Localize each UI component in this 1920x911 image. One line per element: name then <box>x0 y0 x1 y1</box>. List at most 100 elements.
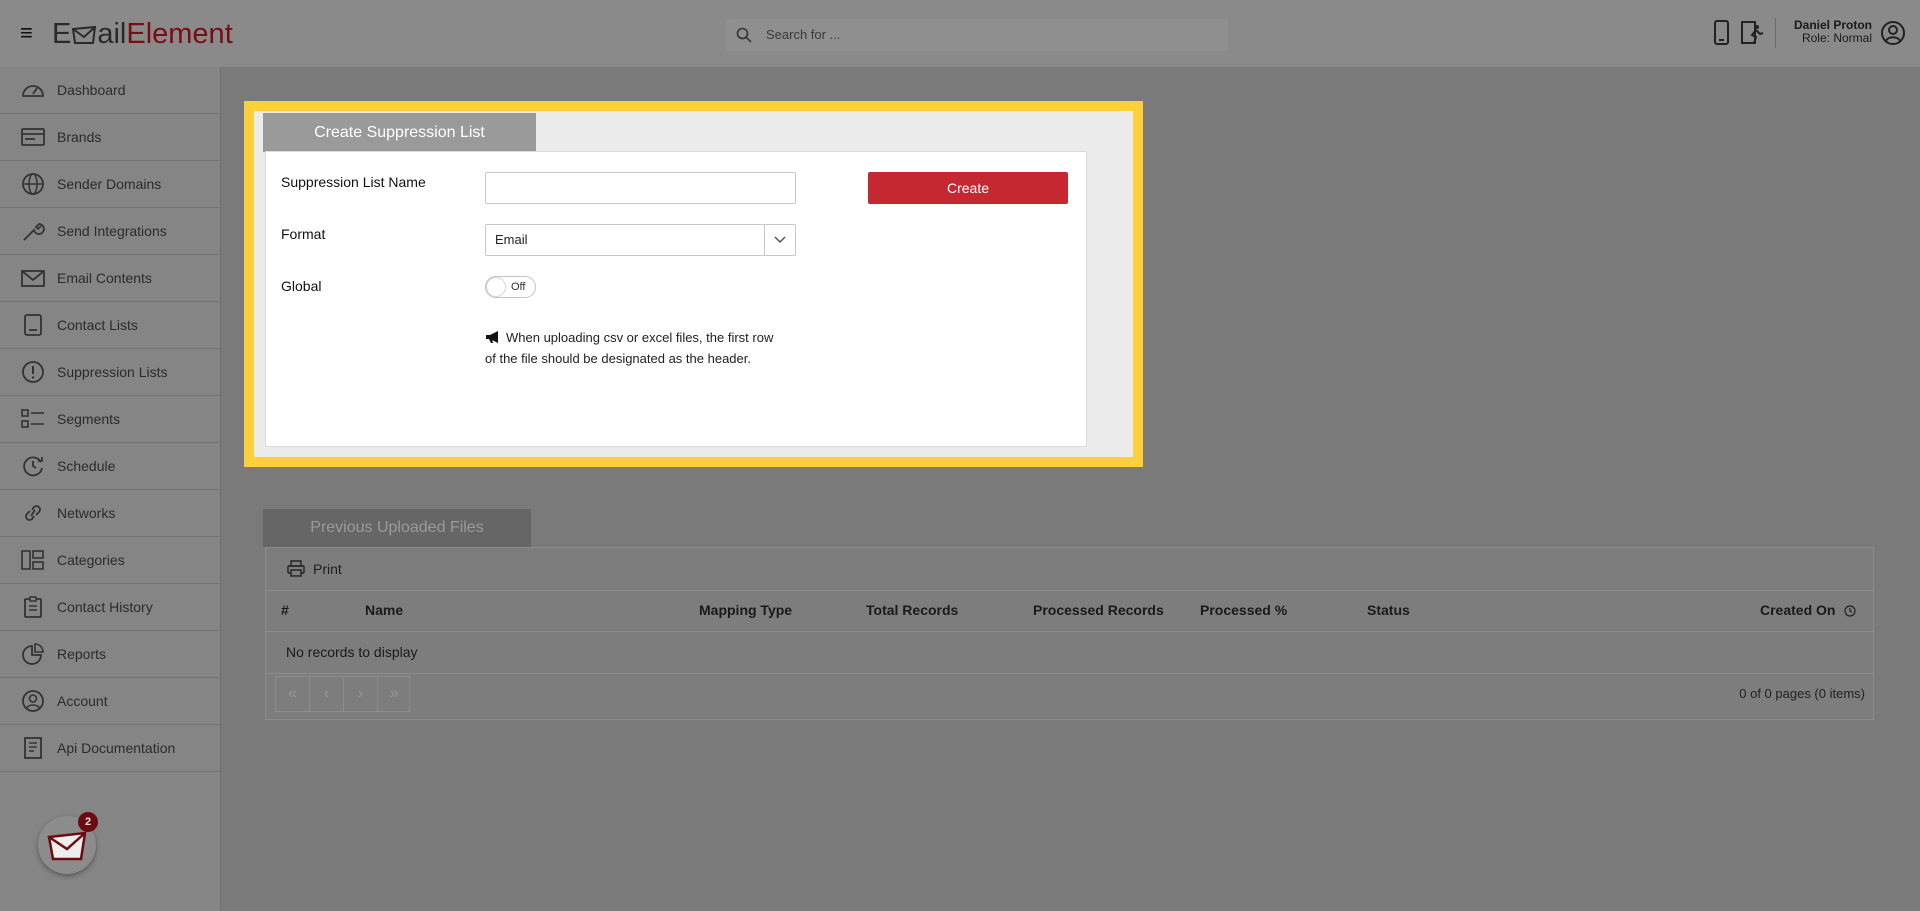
notification-count-badge: 2 <box>78 812 98 832</box>
pie-chart-icon <box>22 643 44 665</box>
tab-previous-uploaded-files[interactable]: Previous Uploaded Files <box>263 509 531 547</box>
no-records-text: No records to display <box>286 644 418 660</box>
format-dropdown-toggle[interactable] <box>764 225 795 255</box>
format-selected-value: Email <box>495 232 528 247</box>
user-circle-icon <box>22 690 44 712</box>
sidebar-item-label: Sender Domains <box>57 176 162 192</box>
sidebar-item-segments[interactable]: Segments <box>0 396 219 443</box>
sidebar-item-email-contents[interactable]: Email Contents <box>0 255 219 302</box>
mail-notification-icon <box>47 831 87 861</box>
page-info: 0 of 0 pages (0 items) <box>1739 686 1865 701</box>
sidebar-item-schedule[interactable]: Schedule <box>0 443 219 490</box>
grid-header-row: # Name Mapping Type Total Records Proces… <box>266 590 1873 632</box>
printer-icon[interactable] <box>287 560 305 577</box>
sidebar-item-label: Reports <box>57 646 107 662</box>
segments-list-icon <box>21 409 44 428</box>
sidebar-item-label: Brands <box>57 129 102 145</box>
sidebar-item-label: Send Integrations <box>57 223 167 239</box>
search-input[interactable]: Search for ... <box>766 19 840 51</box>
link-icon <box>25 505 41 521</box>
empty-grid-message: No records to display <box>266 631 1873 674</box>
print-button[interactable]: Print <box>313 548 342 590</box>
sidebar-item-label: Account <box>57 693 108 709</box>
contact-book-icon <box>24 314 42 336</box>
sidebar-item-dashboard[interactable]: Dashboard <box>0 67 219 114</box>
sidebar-item-brands[interactable]: Brands <box>0 114 219 161</box>
toggle-state-text: Off <box>511 281 526 293</box>
column-header-created-on[interactable]: Created On <box>1760 590 1835 631</box>
logo-text-e: E <box>52 18 72 50</box>
column-header-processed-percent[interactable]: Processed % <box>1200 590 1287 631</box>
megaphone-icon <box>486 331 498 343</box>
user-avatar-icon[interactable] <box>1880 20 1906 46</box>
format-label: Format <box>281 226 326 242</box>
suppression-list-name-input[interactable] <box>485 172 796 204</box>
sidebar-item-categories[interactable]: Categories <box>0 537 219 584</box>
column-header-status[interactable]: Status <box>1367 590 1410 631</box>
column-header-mapping-type[interactable]: Mapping Type <box>699 590 792 631</box>
column-header-processed-records[interactable]: Processed Records <box>1033 590 1164 631</box>
exclamation-circle-icon <box>22 361 44 383</box>
grid-toolbar: Print <box>266 548 1873 591</box>
upload-info-note: When uploading csv or excel files, the f… <box>485 327 785 369</box>
pagination-controls: « ‹ › » <box>275 676 410 712</box>
sidebar-item-send-integrations[interactable]: Send Integrations <box>0 208 219 255</box>
sidebar-item-suppression-lists[interactable]: Suppression Lists <box>0 349 219 396</box>
schedule-clock-icon <box>23 456 43 477</box>
search-icon <box>736 27 752 43</box>
document-icon <box>24 737 42 759</box>
sidebar-item-label: Networks <box>57 505 116 521</box>
suppression-list-name-label: Suppression List Name <box>281 174 426 190</box>
sidebar-item-reports[interactable]: Reports <box>0 631 219 678</box>
sidebar-item-contact-lists[interactable]: Contact Lists <box>0 302 219 349</box>
mobile-phone-icon[interactable] <box>1707 18 1735 48</box>
sidebar-item-label: Dashboard <box>57 82 126 98</box>
last-page-button[interactable]: » <box>378 677 411 711</box>
tab-create-suppression-list[interactable]: Create Suppression List <box>263 113 536 152</box>
app-logo[interactable]: EailElement <box>52 16 233 52</box>
column-header-total-records[interactable]: Total Records <box>866 590 958 631</box>
uploaded-files-grid: Print # Name Mapping Type Total Records … <box>265 547 1874 720</box>
logo-text-element: Element <box>126 18 233 50</box>
sidebar-item-sender-domains[interactable]: Sender Domains <box>0 161 219 208</box>
user-role: Role: Normal <box>1801 31 1872 45</box>
toggle-knob <box>487 278 505 296</box>
sidebar-item-label: Contact History <box>57 599 153 615</box>
sidebar-item-account[interactable]: Account <box>0 678 219 725</box>
sidebar-item-contact-history[interactable]: Contact History <box>0 584 219 631</box>
next-page-button[interactable]: › <box>344 677 378 711</box>
format-select[interactable]: Email <box>485 224 796 256</box>
categories-icon <box>21 550 44 570</box>
globe-icon <box>22 173 44 195</box>
chevron-down-icon <box>774 236 786 244</box>
clipboard-icon <box>24 596 42 618</box>
sidebar-item-networks[interactable]: Networks <box>0 490 219 537</box>
logo-text-ail: ail <box>97 18 127 50</box>
user-info: Daniel Proton Role: Normal <box>1794 19 1872 45</box>
dashboard-gauge-icon <box>22 85 44 97</box>
mail-notification-button[interactable]: 2 <box>38 812 98 874</box>
sidebar-item-label: Email Contents <box>57 270 152 286</box>
top-bar: ≡ EailElement Search for ... Daniel Prot… <box>0 0 1920 67</box>
wrench-icon <box>23 223 45 241</box>
brands-card-icon <box>21 128 45 146</box>
sidebar-item-label: Categories <box>57 552 125 568</box>
global-toggle[interactable]: Off <box>485 276 536 298</box>
sidebar-item-api-documentation[interactable]: Api Documentation <box>0 725 219 772</box>
global-label: Global <box>281 278 322 294</box>
upload-info-text: When uploading csv or excel files, the f… <box>485 330 774 366</box>
hamburger-menu-icon[interactable]: ≡ <box>20 22 42 44</box>
clock-icon <box>1844 605 1856 617</box>
previous-page-button[interactable]: ‹ <box>310 677 344 711</box>
sidebar-item-label: Suppression Lists <box>57 364 168 380</box>
search-box[interactable]: Search for ... <box>726 19 1228 51</box>
sidebar: Dashboard Brands Sender Domains Send Int… <box>0 67 221 911</box>
first-page-button[interactable]: « <box>276 677 310 711</box>
logout-exit-icon[interactable] <box>1738 18 1766 48</box>
column-header-name[interactable]: Name <box>365 590 403 631</box>
sidebar-item-label: Api Documentation <box>57 740 176 756</box>
create-button[interactable]: Create <box>868 172 1068 204</box>
column-header-number[interactable]: # <box>281 590 289 631</box>
sidebar-item-label: Schedule <box>57 458 116 474</box>
logo-envelope-icon <box>72 25 97 44</box>
